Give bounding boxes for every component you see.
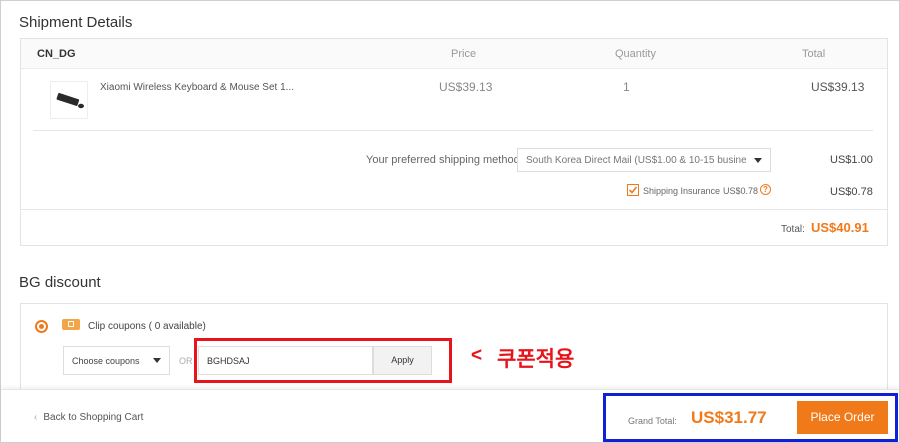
shipment-details-title: Shipment Details	[19, 14, 133, 31]
chevron-left-icon: ‹	[34, 412, 38, 423]
choose-coupons-select[interactable]: Choose coupons	[63, 346, 170, 375]
grand-total-value: US$31.77	[691, 408, 767, 427]
shipping-method-label: Your preferred shipping method:	[366, 154, 523, 166]
keyboard-image-icon	[56, 93, 84, 109]
clip-coupons-label: Clip coupons ( 0 available)	[88, 321, 206, 332]
total-column-header: Total	[802, 48, 826, 60]
choose-coupons-value: Choose coupons	[72, 355, 140, 366]
insurance-total: US$0.78	[830, 186, 873, 198]
total-divider	[21, 209, 887, 210]
shipment-total-label: Total:	[781, 224, 805, 235]
grand-total-label: Grand Total:	[628, 416, 677, 426]
product-thumbnail[interactable]	[50, 81, 88, 119]
chevron-down-icon	[153, 358, 161, 363]
discount-box: Clip coupons ( 0 available) Choose coupo…	[20, 303, 888, 393]
coupon-highlight-annotation	[194, 338, 452, 383]
insurance-checkbox[interactable]	[627, 184, 639, 196]
shipment-box: CN_DG Price Quantity Total Xiaomi Wirele…	[20, 38, 888, 246]
back-to-cart-label: Back to Shopping Cart	[43, 412, 144, 423]
product-name-link[interactable]: Xiaomi Wireless Keyboard & Mouse Set 1..…	[100, 82, 294, 93]
warehouse-label: CN_DG	[37, 48, 76, 60]
shipping-cost: US$1.00	[830, 154, 873, 166]
chevron-down-icon	[754, 157, 762, 163]
item-total: US$39.13	[811, 80, 865, 94]
item-quantity: 1	[623, 80, 630, 94]
annotation-text: 쿠폰적용	[497, 347, 575, 371]
price-column-header: Price	[451, 48, 477, 60]
back-to-cart-link[interactable]: ‹ Back to Shopping Cart	[34, 412, 143, 423]
shipping-method-value: South Korea Direct Mail (US$1.00 & 10-15…	[526, 154, 746, 166]
annotation-arrow: <	[471, 345, 483, 366]
help-icon[interactable]: ?	[760, 184, 771, 195]
item-price: US$39.13	[439, 80, 493, 94]
insurance-price: US$0.78	[723, 186, 759, 196]
shipping-method-select[interactable]: South Korea Direct Mail (US$1.00 & 10-15…	[517, 148, 771, 172]
shipment-total-value: US$40.91	[811, 220, 869, 235]
quantity-column-header: Quantity	[615, 48, 656, 60]
bg-discount-title: BG discount	[19, 274, 101, 291]
item-divider	[33, 130, 873, 131]
place-order-button[interactable]: Place Order	[797, 401, 888, 434]
or-separator: OR	[179, 356, 193, 366]
insurance-label: Shipping Insurance	[643, 186, 721, 196]
checkmark-icon	[628, 186, 638, 194]
clip-coupons-radio[interactable]	[35, 320, 48, 333]
coupon-ticket-icon	[62, 319, 80, 330]
